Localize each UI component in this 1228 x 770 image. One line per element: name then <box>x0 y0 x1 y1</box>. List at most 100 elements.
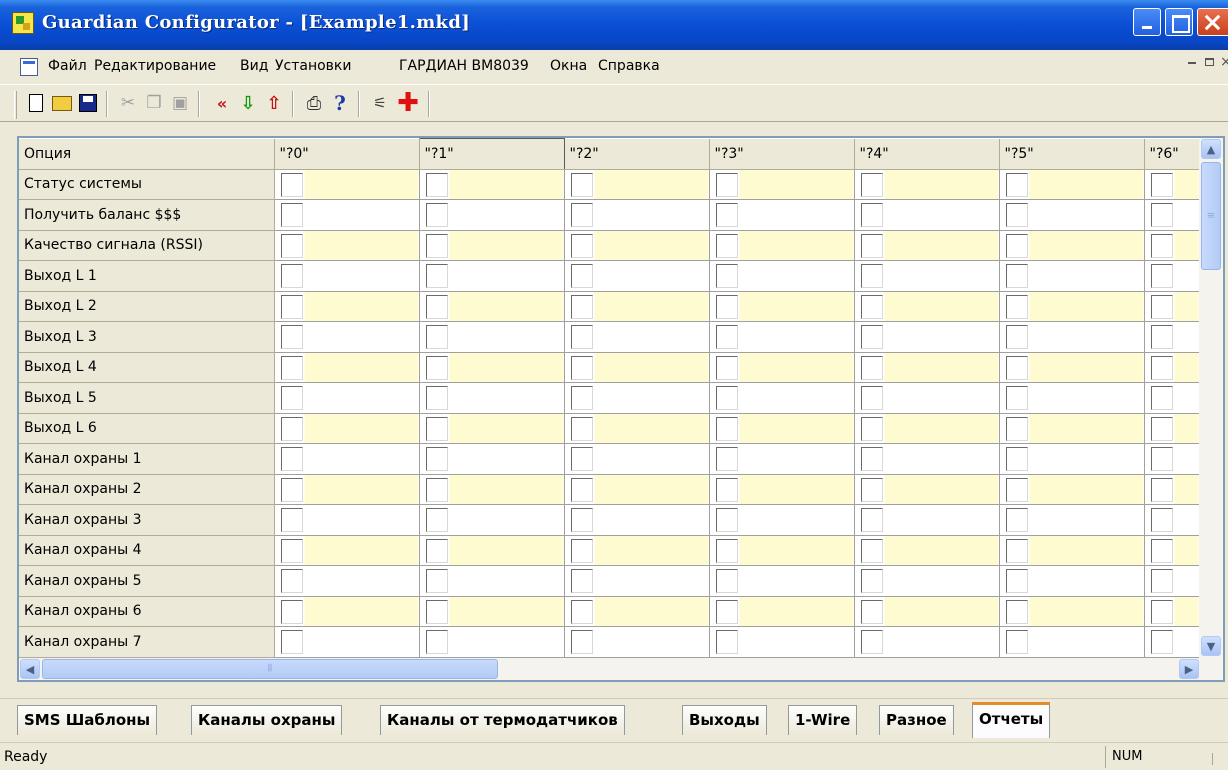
minimize-button[interactable] <box>1133 8 1161 36</box>
option-checkbox[interactable] <box>1005 630 1028 655</box>
option-checkbox[interactable] <box>280 325 303 350</box>
option-checkbox[interactable] <box>425 416 448 441</box>
option-checkbox[interactable] <box>860 538 883 563</box>
option-checkbox[interactable] <box>425 447 448 472</box>
option-checkbox[interactable] <box>570 355 593 380</box>
option-checkbox[interactable] <box>425 508 448 533</box>
option-checkbox[interactable] <box>1150 264 1173 289</box>
option-checkbox[interactable] <box>715 447 738 472</box>
option-checkbox[interactable] <box>715 630 738 655</box>
tab-thermo-channels[interactable]: Каналы от термодатчиков <box>380 705 625 735</box>
horizontal-scrollbar[interactable]: ◀ ⦀ ▶ <box>19 658 1223 680</box>
option-checkbox[interactable] <box>715 172 738 197</box>
option-checkbox[interactable] <box>715 294 738 319</box>
menu-help[interactable]: Справка <box>598 58 660 74</box>
option-checkbox[interactable] <box>280 447 303 472</box>
option-checkbox[interactable] <box>860 447 883 472</box>
option-checkbox[interactable] <box>570 569 593 594</box>
mdi-restore-button[interactable] <box>1205 58 1214 66</box>
option-checkbox[interactable] <box>280 630 303 655</box>
option-checkbox[interactable] <box>860 325 883 350</box>
title-bar[interactable]: Guardian Configurator - [Example1.mkd] <box>0 0 1228 50</box>
option-checkbox[interactable] <box>1150 538 1173 563</box>
option-checkbox[interactable] <box>715 325 738 350</box>
option-checkbox[interactable] <box>425 477 448 502</box>
column-header[interactable]: "?6" <box>1144 138 1200 170</box>
resize-grip[interactable] <box>1212 753 1224 765</box>
menu-edit[interactable]: Редактирование <box>94 58 216 74</box>
option-checkbox[interactable] <box>715 355 738 380</box>
option-checkbox[interactable] <box>715 416 738 441</box>
menu-device[interactable]: ГАРДИАН BM8039 <box>399 58 529 74</box>
option-checkbox[interactable] <box>860 508 883 533</box>
option-checkbox[interactable] <box>570 264 593 289</box>
help-icon[interactable]: ? <box>328 90 352 116</box>
scroll-left-button[interactable]: ◀ <box>20 659 40 679</box>
option-checkbox[interactable] <box>715 264 738 289</box>
paste-icon[interactable]: ▣ <box>168 90 192 116</box>
option-checkbox[interactable] <box>860 294 883 319</box>
option-checkbox[interactable] <box>1005 569 1028 594</box>
option-checkbox[interactable] <box>1150 599 1173 624</box>
option-checkbox[interactable] <box>1005 355 1028 380</box>
option-checkbox[interactable] <box>280 386 303 411</box>
option-checkbox[interactable] <box>860 203 883 228</box>
tab-misc[interactable]: Разное <box>879 705 954 735</box>
upload-icon[interactable]: ⇧ <box>262 90 286 116</box>
option-checkbox[interactable] <box>715 233 738 258</box>
option-checkbox[interactable] <box>1005 325 1028 350</box>
option-checkbox[interactable] <box>425 325 448 350</box>
option-checkbox[interactable] <box>1150 355 1173 380</box>
scroll-right-button[interactable]: ▶ <box>1179 659 1199 679</box>
option-checkbox[interactable] <box>425 294 448 319</box>
option-checkbox[interactable] <box>570 447 593 472</box>
tab-1wire[interactable]: 1-Wire <box>788 705 858 735</box>
option-checkbox[interactable] <box>1005 264 1028 289</box>
menu-settings[interactable]: Установки <box>275 58 352 74</box>
option-checkbox[interactable] <box>715 538 738 563</box>
option-checkbox[interactable] <box>280 355 303 380</box>
option-checkbox[interactable] <box>1150 203 1173 228</box>
cut-icon[interactable]: ✂ <box>116 90 140 116</box>
column-header[interactable]: "?0" <box>274 138 420 170</box>
option-checkbox[interactable] <box>425 233 448 258</box>
column-header[interactable]: "?3" <box>709 138 855 170</box>
option-checkbox[interactable] <box>425 569 448 594</box>
option-checkbox[interactable] <box>1150 508 1173 533</box>
menu-view[interactable]: Вид <box>240 58 268 74</box>
option-checkbox[interactable] <box>425 538 448 563</box>
option-checkbox[interactable] <box>715 477 738 502</box>
document-icon[interactable] <box>20 58 38 76</box>
read-from-device-icon[interactable]: « <box>210 90 234 116</box>
option-checkbox[interactable] <box>570 172 593 197</box>
option-checkbox[interactable] <box>425 203 448 228</box>
option-checkbox[interactable] <box>280 233 303 258</box>
wand-icon[interactable]: ⚟ <box>368 90 392 116</box>
option-checkbox[interactable] <box>280 416 303 441</box>
option-checkbox[interactable] <box>1150 477 1173 502</box>
option-checkbox[interactable] <box>1005 416 1028 441</box>
option-checkbox[interactable] <box>860 264 883 289</box>
red-cross-icon[interactable]: ✚ <box>396 90 420 116</box>
option-checkbox[interactable] <box>715 569 738 594</box>
option-checkbox[interactable] <box>425 630 448 655</box>
option-checkbox[interactable] <box>1150 630 1173 655</box>
option-checkbox[interactable] <box>1005 386 1028 411</box>
option-checkbox[interactable] <box>715 508 738 533</box>
option-checkbox[interactable] <box>425 599 448 624</box>
option-checkbox[interactable] <box>860 477 883 502</box>
option-checkbox[interactable] <box>570 325 593 350</box>
option-checkbox[interactable] <box>1005 294 1028 319</box>
option-checkbox[interactable] <box>860 599 883 624</box>
new-document-icon[interactable] <box>24 90 48 116</box>
option-checkbox[interactable] <box>1005 233 1028 258</box>
option-checkbox[interactable] <box>1005 447 1028 472</box>
print-icon[interactable]: ⎙ <box>302 90 326 116</box>
tab-sms-templates[interactable]: SMS Шаблоны <box>17 705 158 735</box>
option-checkbox[interactable] <box>425 172 448 197</box>
option-checkbox[interactable] <box>280 477 303 502</box>
vertical-scrollbar[interactable]: ▲ ≡ ▼ <box>1199 138 1223 659</box>
option-checkbox[interactable] <box>425 355 448 380</box>
option-checkbox[interactable] <box>280 172 303 197</box>
tab-outputs[interactable]: Выходы <box>682 705 767 735</box>
